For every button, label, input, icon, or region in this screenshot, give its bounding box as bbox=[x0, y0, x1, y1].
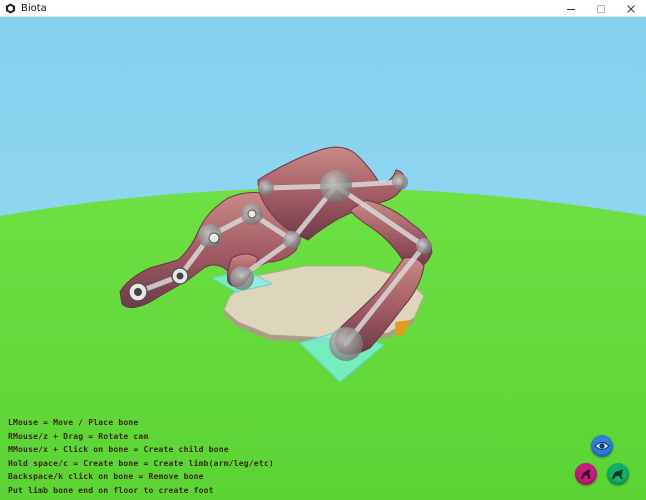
creature-icon bbox=[581, 469, 591, 479]
creature-button[interactable] bbox=[575, 463, 597, 485]
foot-joint[interactable] bbox=[230, 266, 254, 290]
close-button[interactable] bbox=[616, 0, 646, 17]
bone-joint-core bbox=[134, 288, 142, 296]
help-line: Put limb bone end on floor to create foo… bbox=[8, 485, 214, 495]
bone-joint-core bbox=[176, 272, 184, 280]
bone-joint[interactable] bbox=[258, 180, 274, 196]
help-line: MMouse/x + Click on bone = Create child … bbox=[8, 445, 229, 455]
bone-joint[interactable] bbox=[392, 174, 408, 190]
unity-cube-icon bbox=[5, 2, 16, 14]
help-line: Backspace/k click on bone = Remove bone bbox=[8, 472, 204, 482]
eye-icon bbox=[594, 442, 610, 450]
close-icon bbox=[627, 4, 635, 13]
foot-joint[interactable] bbox=[329, 327, 363, 361]
help-line: Hold space/c = Create bone = Create limb… bbox=[8, 458, 274, 468]
walk-button[interactable] bbox=[607, 463, 629, 485]
help-line: LMouse = Move / Place bone bbox=[8, 418, 139, 427]
bone-joint-core bbox=[247, 209, 257, 219]
3d-viewport[interactable]: LMouse = Move / Place bone RMouse/z + Dr… bbox=[0, 17, 646, 500]
window-controls bbox=[556, 0, 646, 17]
window-titlebar[interactable]: Biota bbox=[0, 0, 646, 17]
minimize-button[interactable] bbox=[556, 0, 586, 17]
window-title: Biota bbox=[21, 2, 47, 14]
bone-joint[interactable] bbox=[416, 238, 432, 254]
bone-joint-core bbox=[208, 232, 220, 244]
bone-joint[interactable] bbox=[320, 170, 352, 202]
running-creature-icon bbox=[612, 469, 623, 479]
minimize-icon bbox=[567, 8, 575, 10]
bone-joint[interactable] bbox=[283, 231, 301, 249]
maximize-button[interactable] bbox=[586, 0, 616, 17]
view-button[interactable] bbox=[591, 435, 613, 457]
controls-help: LMouse = Move / Place bone RMouse/z + Dr… bbox=[8, 416, 274, 498]
maximize-icon bbox=[597, 4, 605, 13]
help-line: RMouse/z + Drag = Rotate cam bbox=[8, 431, 149, 441]
